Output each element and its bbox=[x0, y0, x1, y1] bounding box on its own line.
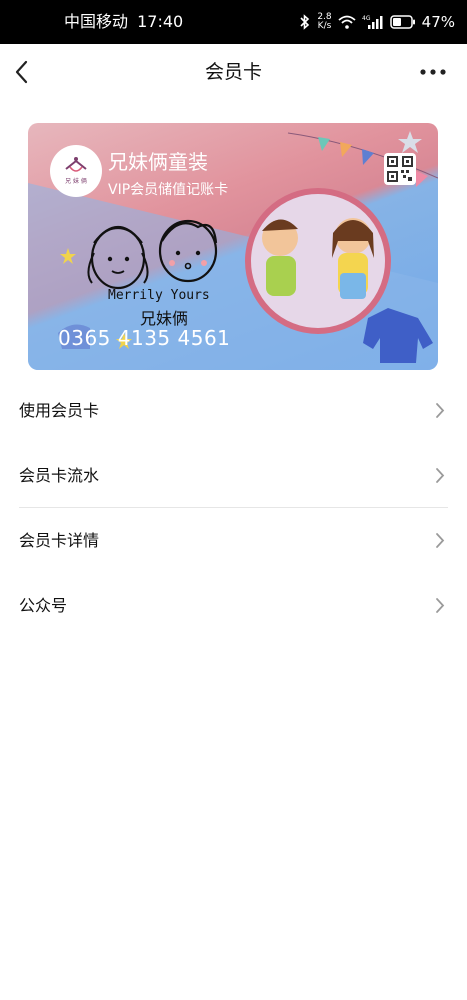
network-speed: 2.8 K/s bbox=[317, 13, 331, 31]
brand-logo-text: 兄 妹 俩 bbox=[65, 177, 87, 185]
carrier-name: 中国移动 bbox=[64, 12, 129, 31]
card-subtitle: VIP会员储值记账卡 bbox=[108, 182, 229, 198]
page-title: 会员卡 bbox=[204, 61, 262, 83]
bluetooth-icon bbox=[299, 14, 311, 30]
more-dots-icon bbox=[420, 69, 446, 75]
battery-icon bbox=[389, 15, 416, 29]
star-icon bbox=[398, 131, 422, 153]
brand-logo: 兄 妹 俩 bbox=[50, 145, 102, 197]
more-button[interactable] bbox=[419, 64, 447, 80]
brand-name: 兄妹俩童装 bbox=[108, 150, 208, 174]
menu-item-card-transactions[interactable]: 会员卡流水 bbox=[0, 443, 467, 508]
status-bar: 中国移动 17:40 2.8 K/s 4G 47% bbox=[0, 0, 467, 44]
member-card[interactable]: 兄 妹 俩 兄妹俩童装 VIP会员储值记账卡 Merrily Yours 兄妹俩… bbox=[28, 123, 438, 370]
menu-list: 使用会员卡 会员卡流水 会员卡详情 公众号 bbox=[0, 378, 467, 638]
cellular-signal-icon: 4G bbox=[362, 14, 384, 30]
chevron-right-icon bbox=[436, 598, 445, 613]
signal-type-label: 4G bbox=[362, 15, 371, 22]
battery-percent: 47% bbox=[421, 13, 455, 31]
brand-logo-icon: 兄 妹 俩 bbox=[65, 157, 87, 185]
menu-item-label: 使用会员卡 bbox=[19, 401, 100, 420]
menu-item-label: 公众号 bbox=[19, 596, 68, 615]
nav-bar: 会员卡 bbox=[0, 44, 467, 100]
menu-item-use-card[interactable]: 使用会员卡 bbox=[0, 378, 467, 443]
menu-item-label: 会员卡流水 bbox=[19, 466, 100, 485]
status-time: 17:40 bbox=[137, 12, 184, 31]
menu-item-label: 会员卡详情 bbox=[19, 531, 100, 550]
chevron-right-icon bbox=[436, 533, 445, 548]
menu-item-card-details[interactable]: 会员卡详情 bbox=[0, 508, 467, 573]
status-right: 2.8 K/s 4G 47% bbox=[299, 0, 455, 44]
menu-item-official-account[interactable]: 公众号 bbox=[0, 573, 467, 638]
network-speed-unit: K/s bbox=[317, 21, 332, 31]
qr-code-icon bbox=[387, 156, 413, 182]
bunting-flag-icon bbox=[318, 137, 330, 151]
card-art-text-en: Merrily Yours bbox=[108, 288, 210, 303]
wifi-icon bbox=[338, 15, 356, 29]
card-number: 0365 4135 4561 bbox=[58, 326, 231, 350]
status-left: 中国移动 17:40 bbox=[64, 0, 183, 44]
chevron-right-icon bbox=[436, 468, 445, 483]
qr-code-button[interactable] bbox=[384, 153, 416, 185]
chevron-right-icon bbox=[436, 403, 445, 418]
